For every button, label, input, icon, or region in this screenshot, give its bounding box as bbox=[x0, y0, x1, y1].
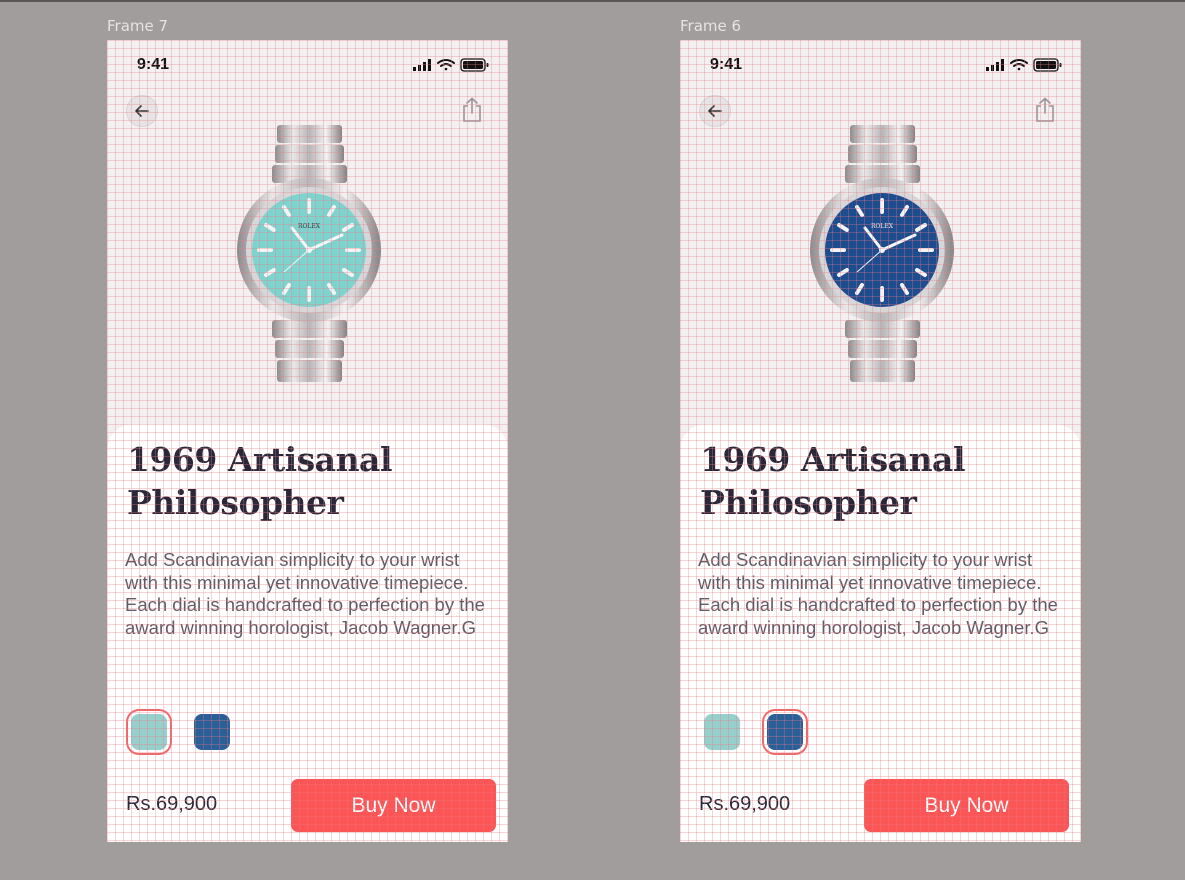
bracelet-bottom bbox=[845, 320, 920, 382]
back-button[interactable] bbox=[699, 95, 731, 127]
phone-frame-7: 9:41 ROLEX 1969 Artisanal Philosopher Ad… bbox=[107, 40, 508, 842]
cellular-signal-icon bbox=[413, 59, 431, 71]
status-icons bbox=[986, 58, 1062, 72]
status-time: 9:41 bbox=[710, 56, 743, 73]
battery-icon bbox=[1033, 58, 1062, 72]
color-swatch-teal[interactable] bbox=[704, 714, 740, 750]
product-title: 1969 Artisanal Philosopher bbox=[700, 438, 1040, 524]
product-title-line1: 1969 Artisanal bbox=[700, 440, 965, 479]
canvas-top-border bbox=[0, 0, 1185, 2]
battery-icon bbox=[460, 58, 489, 72]
color-swatch-blue[interactable] bbox=[767, 714, 803, 750]
bracelet-top bbox=[845, 125, 920, 183]
bracelet-top bbox=[272, 125, 347, 183]
brand-text: ROLEX bbox=[871, 223, 894, 230]
wifi-icon bbox=[437, 59, 455, 71]
arrow-left-icon bbox=[708, 105, 722, 117]
bracelet-bottom bbox=[272, 320, 347, 382]
frame-label: Frame 7 bbox=[107, 17, 169, 35]
price: Rs.69,900 bbox=[126, 793, 218, 815]
product-title: 1969 Artisanal Philosopher bbox=[127, 438, 467, 524]
status-time: 9:41 bbox=[137, 56, 170, 73]
color-swatch-blue[interactable] bbox=[194, 714, 230, 750]
product-title-line2: Philosopher bbox=[127, 483, 344, 522]
product-description: Add Scandinavian simplicity to your wris… bbox=[125, 549, 485, 638]
buy-now-button[interactable]: Buy Now bbox=[864, 779, 1069, 832]
cellular-signal-icon bbox=[986, 59, 1004, 71]
share-icon bbox=[1036, 97, 1054, 122]
frame-label: Frame 6 bbox=[680, 17, 742, 35]
product-title-line1: 1969 Artisanal bbox=[127, 440, 392, 479]
brand-text: ROLEX bbox=[298, 223, 321, 230]
wifi-icon bbox=[1010, 59, 1028, 71]
watch-image: ROLEX bbox=[810, 125, 954, 382]
color-swatch-teal[interactable] bbox=[131, 714, 167, 750]
price: Rs.69,900 bbox=[699, 793, 791, 815]
share-button[interactable] bbox=[460, 96, 484, 124]
arrow-left-icon bbox=[135, 105, 149, 117]
buy-now-button[interactable]: Buy Now bbox=[291, 779, 496, 832]
watch-image: ROLEX bbox=[237, 125, 381, 382]
share-icon bbox=[463, 97, 481, 122]
phone-frame-6: 9:41 ROLEX 1969 Artisanal Philosopher Ad… bbox=[680, 40, 1081, 842]
product-description: Add Scandinavian simplicity to your wris… bbox=[698, 549, 1058, 638]
product-title-line2: Philosopher bbox=[700, 483, 917, 522]
share-button[interactable] bbox=[1033, 96, 1057, 124]
back-button[interactable] bbox=[126, 95, 158, 127]
status-icons bbox=[413, 58, 489, 72]
